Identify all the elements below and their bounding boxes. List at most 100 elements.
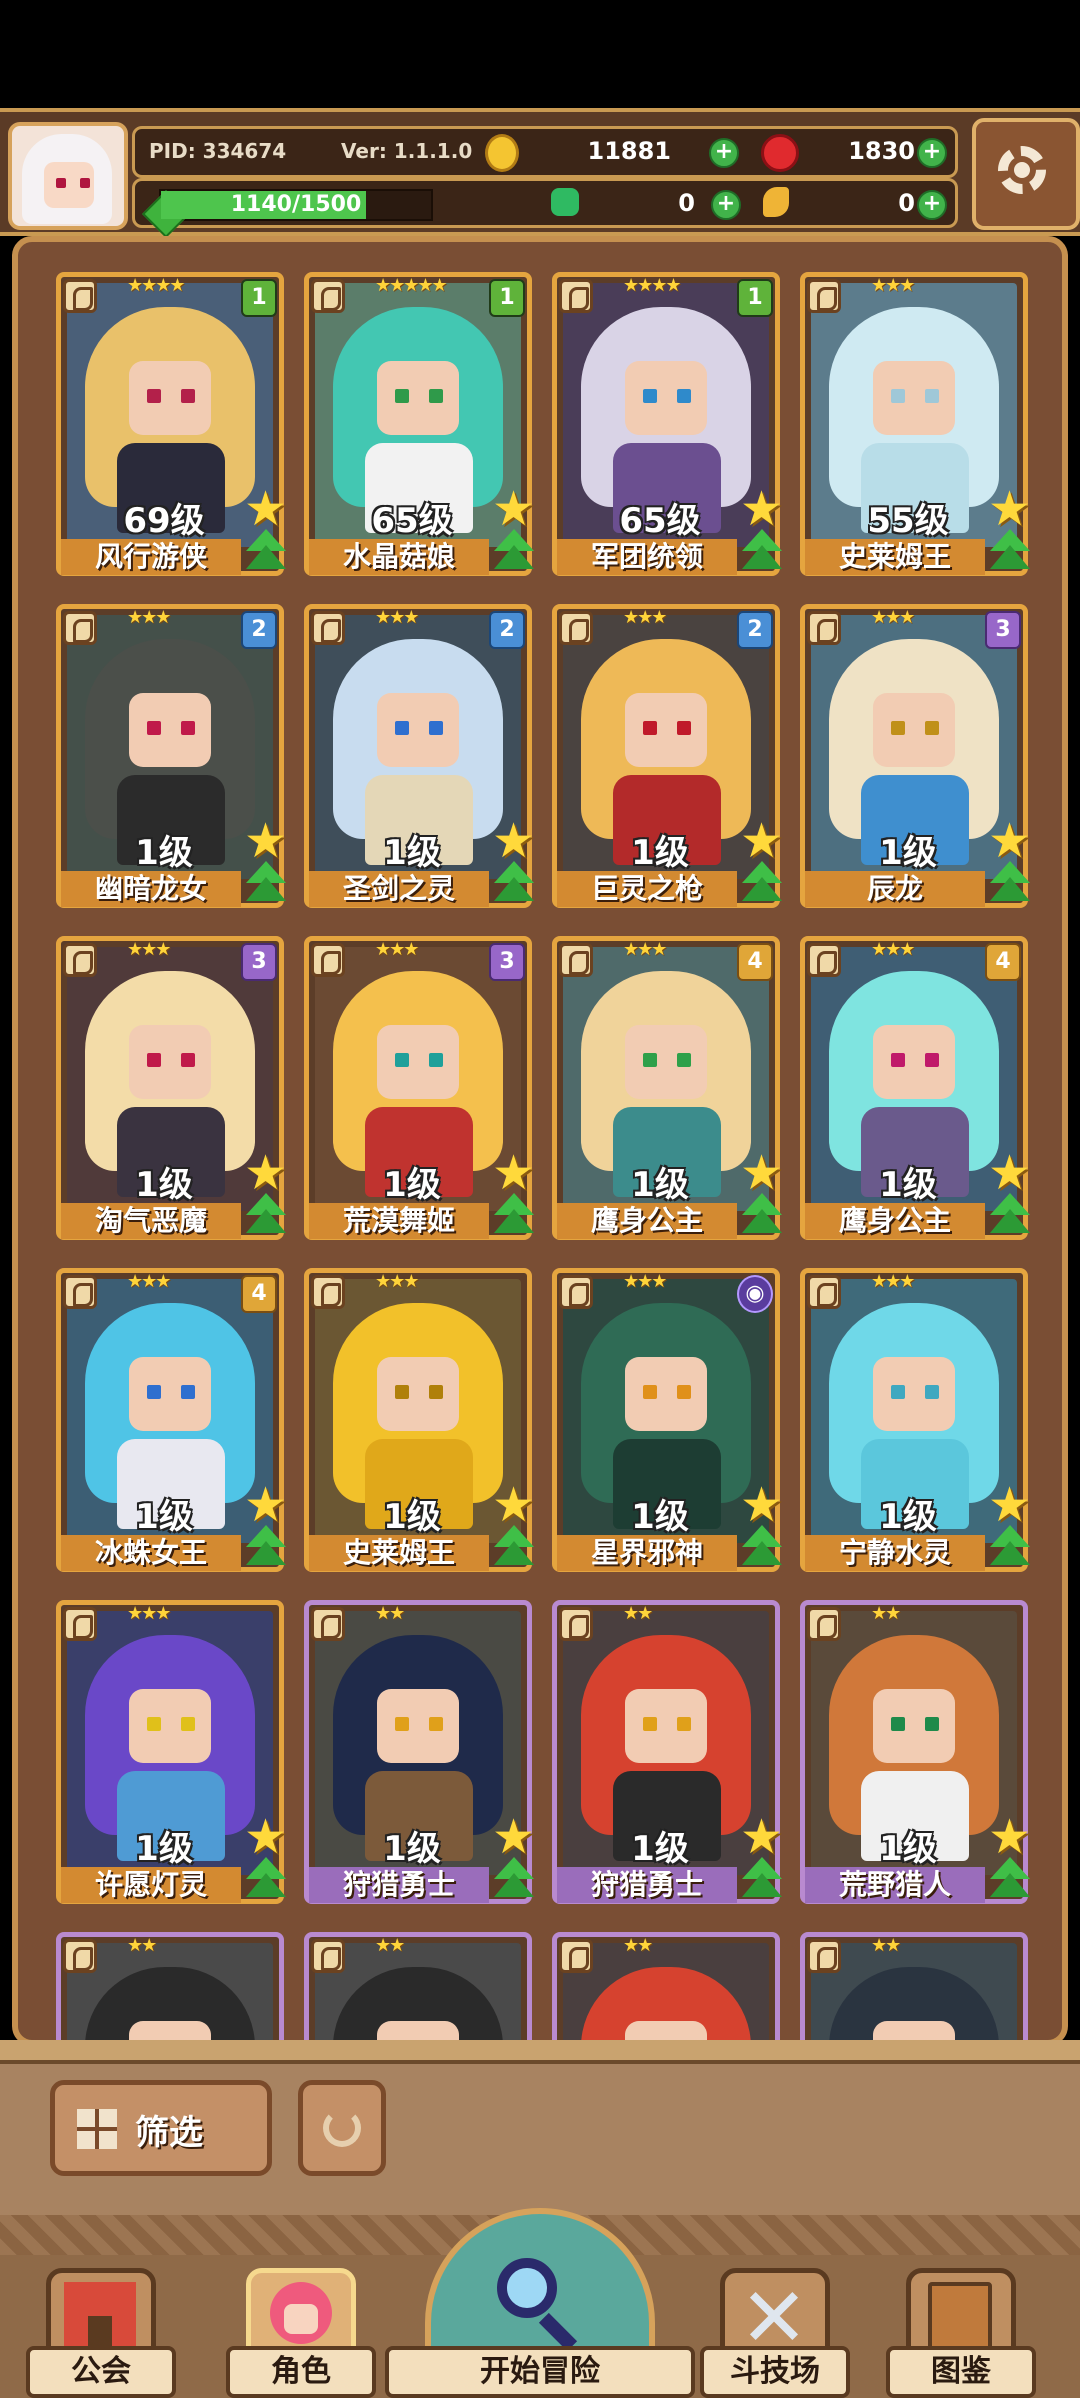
- star-upgrade-icon[interactable]: ★: [492, 817, 535, 865]
- xp-bar: 1140/1500: [141, 189, 433, 239]
- character-card[interactable]: ★★: [552, 1932, 780, 2040]
- character-card[interactable]: 1级 ★★★ 3 淘气恶魔 ★: [56, 936, 287, 1240]
- tier-badge: 4: [737, 943, 773, 981]
- character-card[interactable]: 55级 ★★★ 史莱姆王 ★: [800, 272, 1031, 576]
- character-card[interactable]: 1级 ★★★ 2 圣剑之灵 ★: [304, 604, 535, 908]
- class-feather-icon: [559, 1607, 593, 1641]
- character-card[interactable]: 65级 ★★★★ 1 军团统领 ★: [552, 272, 783, 576]
- level-up-arrow-icon[interactable]: [987, 859, 1033, 905]
- rarity-stars: ★★★: [127, 939, 171, 960]
- level-up-arrow-icon[interactable]: [491, 1523, 537, 1569]
- character-card[interactable]: 1级 ★★ 狩猎勇士 ★: [552, 1600, 783, 1904]
- filter-button[interactable]: 筛选: [50, 2080, 272, 2176]
- star-upgrade-icon[interactable]: ★: [988, 1481, 1031, 1529]
- star-upgrade-icon[interactable]: ★: [740, 1149, 783, 1197]
- star-upgrade-icon[interactable]: ★: [740, 1813, 783, 1861]
- character-card[interactable]: 1级 ★★★ 3 辰龙 ★: [800, 604, 1031, 908]
- star-upgrade-icon[interactable]: ★: [988, 817, 1031, 865]
- nav-role[interactable]: 角色: [226, 2248, 376, 2398]
- star-upgrade-icon[interactable]: ★: [740, 1481, 783, 1529]
- star-upgrade-icon[interactable]: ★: [740, 817, 783, 865]
- star-upgrade-icon[interactable]: ★: [244, 1813, 287, 1861]
- settings-button[interactable]: [972, 118, 1080, 230]
- character-card[interactable]: ★★: [800, 1932, 1028, 2040]
- level-up-arrow-icon[interactable]: [739, 859, 785, 905]
- character-card[interactable]: ★★: [304, 1932, 532, 2040]
- nav-guild[interactable]: 公会: [26, 2248, 176, 2398]
- character-level: 1级: [383, 1829, 441, 1869]
- star-upgrade-icon[interactable]: ★: [492, 1481, 535, 1529]
- character-level: 1级: [383, 833, 441, 873]
- character-card[interactable]: ★★: [56, 1932, 284, 2040]
- character-card[interactable]: 1级 ★★★ 3 荒漠舞姬 ★: [304, 936, 535, 1240]
- character-level: 1级: [383, 1165, 441, 1205]
- class-feather-icon: [559, 1275, 593, 1309]
- refresh-button[interactable]: [298, 2080, 386, 2176]
- character-card[interactable]: 1级 ★★★ 4 冰蛛女王 ★: [56, 1268, 287, 1572]
- star-upgrade-icon[interactable]: ★: [492, 1149, 535, 1197]
- level-up-arrow-icon[interactable]: [243, 527, 289, 573]
- level-up-arrow-icon[interactable]: [987, 1523, 1033, 1569]
- level-up-arrow-icon[interactable]: [243, 1855, 289, 1901]
- level-up-arrow-icon[interactable]: [491, 859, 537, 905]
- star-upgrade-icon[interactable]: ★: [244, 1149, 287, 1197]
- level-up-arrow-icon[interactable]: [987, 527, 1033, 573]
- star-upgrade-icon[interactable]: ★: [988, 1813, 1031, 1861]
- level-up-arrow-icon[interactable]: [243, 1523, 289, 1569]
- rarity-stars: ★★★: [127, 1603, 171, 1624]
- star-upgrade-icon[interactable]: ★: [244, 1481, 287, 1529]
- character-name: 巨灵之枪: [557, 871, 737, 907]
- nav-atlas[interactable]: 图鉴: [886, 2248, 1036, 2398]
- add-clover-button[interactable]: +: [711, 190, 741, 220]
- rarity-stars: ★★: [871, 1935, 901, 1956]
- level-up-arrow-icon[interactable]: [491, 1191, 537, 1237]
- feather-icon: [763, 187, 789, 217]
- player-avatar[interactable]: [8, 122, 128, 230]
- character-name: 荒野猎人: [805, 1867, 985, 1903]
- character-card[interactable]: 1级 ★★★ 2 巨灵之枪 ★: [552, 604, 783, 908]
- level-up-arrow-icon[interactable]: [739, 1523, 785, 1569]
- start-adventure-button[interactable]: 开始冒险: [385, 2208, 695, 2398]
- rarity-stars: ★★★: [871, 275, 915, 296]
- character-card[interactable]: 1级 ★★ 荒野猎人 ★: [800, 1600, 1031, 1904]
- class-feather-icon: [63, 943, 97, 977]
- level-up-arrow-icon[interactable]: [739, 527, 785, 573]
- character-card[interactable]: 1级 ★★★ 2 幽暗龙女 ★: [56, 604, 287, 908]
- character-card[interactable]: 1级 ★★★ 4 鹰身公主 ★: [552, 936, 783, 1240]
- add-feather-button[interactable]: +: [917, 190, 947, 220]
- star-upgrade-icon[interactable]: ★: [492, 1813, 535, 1861]
- star-upgrade-icon[interactable]: ★: [244, 485, 287, 533]
- add-gem-button[interactable]: +: [917, 138, 947, 168]
- character-card[interactable]: 1级 ★★★ 宁静水灵 ★: [800, 1268, 1031, 1572]
- add-gold-button[interactable]: +: [709, 138, 739, 168]
- nav-arena[interactable]: 斗技场: [700, 2248, 850, 2398]
- character-level: 65级: [371, 501, 453, 541]
- star-upgrade-icon[interactable]: ★: [740, 485, 783, 533]
- character-card[interactable]: 1级 ★★★ ◉ 星界邪神 ★: [552, 1268, 783, 1572]
- character-card[interactable]: 69级 ★★★★ 1 风行游侠 ★: [56, 272, 287, 576]
- character-card[interactable]: 1级 ★★★ 史莱姆王 ★: [304, 1268, 535, 1572]
- level-up-arrow-icon[interactable]: [987, 1855, 1033, 1901]
- level-up-arrow-icon[interactable]: [243, 1191, 289, 1237]
- gold-count: 11881: [587, 137, 672, 165]
- character-card[interactable]: 1级 ★★★ 许愿灯灵 ★: [56, 1600, 287, 1904]
- character-level: 1级: [135, 1497, 193, 1537]
- level-up-arrow-icon[interactable]: [243, 859, 289, 905]
- class-feather-icon: [311, 279, 345, 313]
- star-upgrade-icon[interactable]: ★: [492, 485, 535, 533]
- level-up-arrow-icon[interactable]: [739, 1855, 785, 1901]
- gold-coin-icon: [485, 134, 519, 172]
- star-upgrade-icon[interactable]: ★: [988, 485, 1031, 533]
- level-up-arrow-icon[interactable]: [491, 1855, 537, 1901]
- tier-badge: 4: [985, 943, 1021, 981]
- character-card[interactable]: 1级 ★★ 狩猎勇士 ★: [304, 1600, 535, 1904]
- character-name: 狩猎勇士: [309, 1867, 489, 1903]
- character-card[interactable]: 1级 ★★★ 4 鹰身公主 ★: [800, 936, 1031, 1240]
- bottom-nav: 公会 角色 开始冒险 斗技场 图鉴: [0, 2208, 1080, 2398]
- character-card[interactable]: 65级 ★★★★★ 1 水晶菇娘 ★: [304, 272, 535, 576]
- star-upgrade-icon[interactable]: ★: [244, 817, 287, 865]
- level-up-arrow-icon[interactable]: [987, 1191, 1033, 1237]
- level-up-arrow-icon[interactable]: [739, 1191, 785, 1237]
- star-upgrade-icon[interactable]: ★: [988, 1149, 1031, 1197]
- level-up-arrow-icon[interactable]: [491, 527, 537, 573]
